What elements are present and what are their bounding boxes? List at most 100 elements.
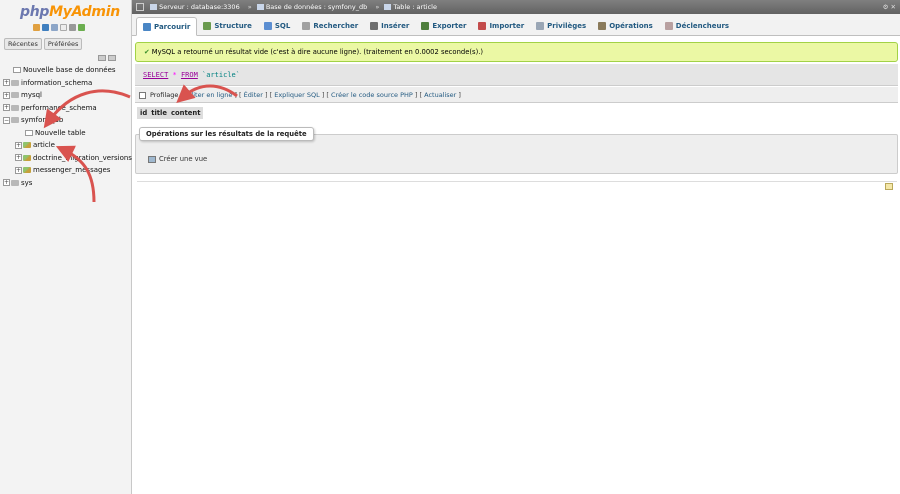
tab-label: Déclencheurs <box>675 21 730 30</box>
logout-icon[interactable] <box>42 24 49 31</box>
tab-exporter[interactable]: Exporter <box>415 16 472 35</box>
tab-label: Opérations <box>609 21 653 30</box>
divider <box>137 181 897 182</box>
database-tree: Nouvelle base de données + information_sch… <box>3 64 132 190</box>
tree-database[interactable]: − symfony_db <box>3 114 131 127</box>
docs-icon[interactable] <box>60 24 67 31</box>
tree-database[interactable]: + sys <box>3 177 131 190</box>
create-view-label: Créer une vue <box>159 155 208 163</box>
tab-inserer[interactable]: Insérer <box>364 16 415 35</box>
tree-label: Nouvelle base de données <box>23 66 116 74</box>
gear-icon[interactable]: ⚙ <box>883 3 889 11</box>
database-icon <box>11 79 19 86</box>
collapse-all-icon[interactable] <box>98 55 106 61</box>
profiling-checkbox[interactable] <box>139 91 146 99</box>
close-icon[interactable]: ✕ <box>891 3 896 11</box>
column-header[interactable]: title <box>151 107 167 119</box>
tree-database[interactable]: + performance_schema <box>3 102 131 115</box>
expand-icon[interactable]: + <box>3 104 10 111</box>
explain-sql-link[interactable]: Expliquer SQL <box>274 91 320 99</box>
breadcrumb-separator: » <box>247 3 252 11</box>
favorites-tab[interactable]: Préférées <box>43 38 83 50</box>
sql-keyword-select[interactable]: SELECT <box>143 71 168 79</box>
column-header[interactable]: id <box>140 107 147 119</box>
new-icon <box>13 67 21 73</box>
tab-icon <box>664 21 673 30</box>
tab-label: Structure <box>214 21 252 30</box>
console-icon[interactable] <box>885 183 893 190</box>
column-header[interactable]: content <box>171 107 200 119</box>
view-icon <box>148 155 156 163</box>
tree-new-item[interactable]: Nouvelle table <box>3 127 131 140</box>
check-icon: ✔ <box>144 48 150 56</box>
tree-table[interactable]: + article <box>3 139 131 152</box>
tab-privileges[interactable]: Privilèges <box>530 16 592 35</box>
tab-icon <box>478 21 487 30</box>
sql-table-name: `article` <box>202 71 240 79</box>
breadcrumb-database[interactable]: Base de données : symfony_db <box>256 0 367 14</box>
tab-rechercher[interactable]: Rechercher <box>296 16 364 35</box>
operations-legend: Opérations sur les résultats de la requê… <box>139 127 314 141</box>
tree-label: Nouvelle table <box>35 128 86 137</box>
help-icon[interactable] <box>51 24 58 31</box>
expand-icon[interactable]: + <box>3 79 10 86</box>
tree-database[interactable]: + information_schema <box>3 77 131 90</box>
database-icon <box>11 104 19 111</box>
breadcrumb-server[interactable]: Serveur : database:3306 <box>150 0 240 14</box>
tree-table[interactable]: + messenger_messages <box>3 164 131 177</box>
quick-icons <box>33 24 85 31</box>
reload-icon[interactable] <box>78 24 85 31</box>
tab-parcourir[interactable]: Parcourir <box>136 17 198 36</box>
logo-myadmin: MyAdmin <box>49 4 120 20</box>
tab-label: Exporter <box>432 21 467 30</box>
settings-icon[interactable] <box>69 24 76 31</box>
expand-icon[interactable]: + <box>3 91 10 99</box>
tree-table[interactable]: + doctrine_migration_versions <box>3 152 132 165</box>
back-icon[interactable] <box>136 3 144 11</box>
tab-declencheurs[interactable]: Déclencheurs <box>659 16 735 35</box>
tab-operations[interactable]: Opérations <box>592 16 659 35</box>
tab-label: Rechercher <box>313 21 359 30</box>
breadcrumb-separator: » <box>375 3 380 11</box>
edit-inline-link[interactable]: Éditer en ligne <box>185 91 232 99</box>
tab-importer[interactable]: Importer <box>472 16 530 35</box>
table-icon <box>23 154 31 161</box>
tab-label: Parcourir <box>154 22 191 31</box>
edit-link[interactable]: Éditer <box>244 91 263 99</box>
database-icon <box>11 117 19 123</box>
success-text: MySQL a retourné un résultat vide (c'est… <box>151 48 484 56</box>
tree-new-item[interactable]: Nouvelle base de données <box>3 64 131 77</box>
server-icon <box>150 4 158 10</box>
tab-sql[interactable]: SQL <box>258 16 296 35</box>
tree-label: article <box>33 141 55 149</box>
breadcrumb-table[interactable]: Table : article <box>384 0 437 14</box>
recent-tab[interactable]: Récentes <box>4 38 42 50</box>
tab-icon <box>536 21 545 30</box>
tab-structure[interactable]: Structure <box>197 16 258 35</box>
home-icon[interactable] <box>33 24 40 31</box>
tree-label: doctrine_migration_versions <box>33 153 132 162</box>
database-icon <box>256 4 264 10</box>
tab-icon <box>421 21 430 30</box>
create-view-link[interactable]: Créer une vue <box>148 155 207 163</box>
sql-keyword-from[interactable]: FROM <box>181 71 198 79</box>
expand-icon[interactable]: + <box>15 141 22 149</box>
nav-tabs: Récentes Préférées <box>4 38 83 50</box>
expand-icon[interactable]: + <box>15 166 22 174</box>
success-message: ✔ MySQL a retourné un résultat vide (c'es… <box>135 42 898 62</box>
expand-icon[interactable]: + <box>3 179 10 186</box>
window-controls: ⚙ ✕ <box>883 0 896 14</box>
refresh-link[interactable]: Actualiser <box>424 91 456 99</box>
phpmyadmin-window: phpMyAdmin Récentes Préférées Nouvelle b… <box>0 0 900 494</box>
phpmyadmin-logo[interactable]: phpMyAdmin <box>20 4 120 20</box>
collapse-icon[interactable]: − <box>3 116 10 124</box>
sql-query-box: SELECT * FROM `article` <box>135 64 898 86</box>
link-icon[interactable] <box>108 55 116 61</box>
tree-database[interactable]: + mysql <box>3 89 131 102</box>
expand-icon[interactable]: + <box>15 154 22 161</box>
tab-icon <box>302 21 311 30</box>
tree-label: performance_schema <box>21 103 97 112</box>
create-php-code-link[interactable]: Créer le code source PHP <box>331 91 413 99</box>
query-actions-bar: Profilage [ Éditer en ligne ] [ Éditer ]… <box>135 87 898 103</box>
table-icon <box>23 167 31 173</box>
